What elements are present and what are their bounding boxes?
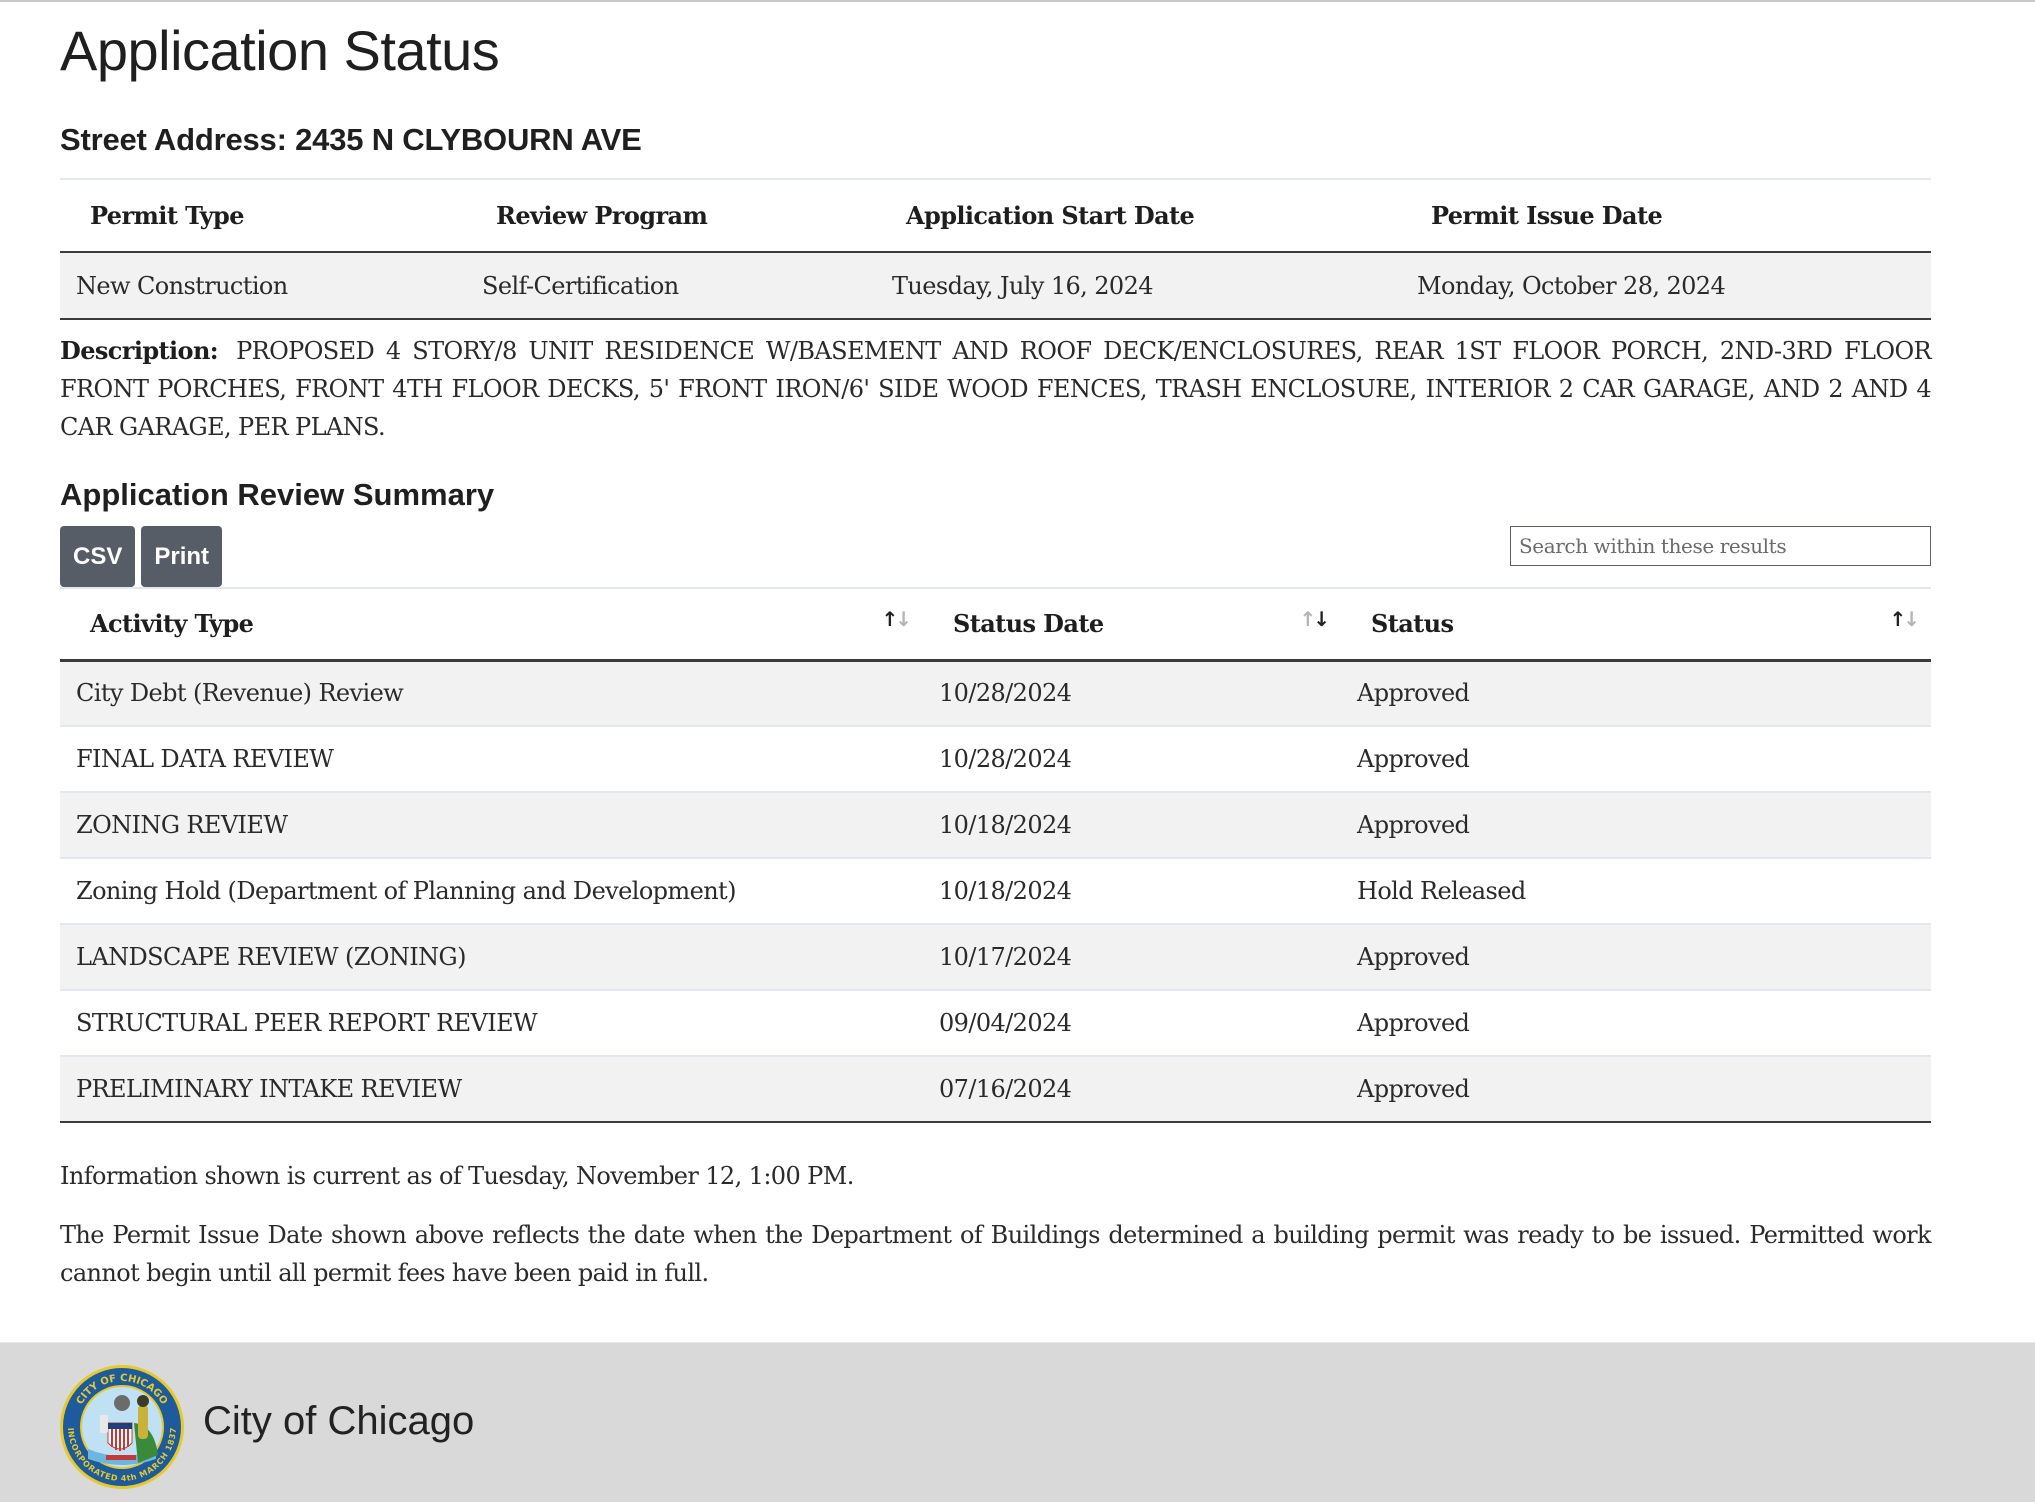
status-cell: Approved [1341, 1056, 1931, 1123]
sort-icon[interactable]: ↑↓ [1889, 607, 1920, 631]
permit-type-value: New Construction [60, 252, 466, 320]
status-date-cell: 10/17/2024 [923, 924, 1341, 991]
permit-row: New Construction Self-Certification Tues… [60, 252, 1931, 320]
table-row: PRELIMINARY INTAKE REVIEW 07/16/2024 App… [60, 1056, 1931, 1123]
table-row: FINAL DATA REVIEW 10/28/2024 Approved [60, 726, 1931, 793]
status-cell: Approved [1341, 726, 1931, 793]
column-label: Activity Type [90, 609, 254, 639]
status-cell: Approved [1341, 792, 1931, 859]
table-row: City Debt (Revenue) Review 10/28/2024 Ap… [60, 660, 1931, 727]
sort-down-arrow-icon: ↓ [895, 607, 912, 631]
footer-site-name[interactable]: City of Chicago [203, 1399, 474, 1444]
table-row: STRUCTURAL PEER REPORT REVIEW 09/04/2024… [60, 990, 1931, 1057]
permit-description: Description: PROPOSED 4 STORY/8 UNIT RESI… [60, 332, 1932, 446]
column-label: Status [1371, 609, 1454, 639]
status-cell: Approved [1341, 924, 1931, 991]
description-text: PROPOSED 4 STORY/8 UNIT RESIDENCE W/BASE… [60, 337, 1932, 441]
address-value: 2435 N CLYBOURN AVE [295, 122, 642, 157]
status-date-cell: 10/18/2024 [923, 858, 1341, 925]
header-permit-issue-date: Permit Issue Date [1401, 179, 1931, 253]
data-currency-note: Information shown is current as of Tuesd… [60, 1162, 854, 1190]
activity-type-cell: ZONING REVIEW [60, 792, 923, 859]
description-label: Description: [60, 336, 219, 365]
status-date-cell: 10/18/2024 [923, 792, 1341, 859]
review-program-value: Self-Certification [466, 252, 876, 320]
sort-icon[interactable]: ↑↓ [1299, 607, 1330, 631]
activity-type-cell: LANDSCAPE REVIEW (ZONING) [60, 924, 923, 991]
table-row: Zoning Hold (Department of Planning and … [60, 858, 1931, 925]
status-date-cell: 10/28/2024 [923, 660, 1341, 727]
table-row: LANDSCAPE REVIEW (ZONING) 10/17/2024 App… [60, 924, 1931, 991]
city-of-chicago-seal-icon: CITY OF CHICAGO INCORPORATED 4th MARCH 1… [60, 1365, 184, 1489]
permit-issue-date-value: Monday, October 28, 2024 [1401, 252, 1931, 320]
header-permit-type: Permit Type [60, 179, 466, 253]
search-results-input[interactable] [1510, 526, 1931, 566]
application-start-date-value: Tuesday, July 16, 2024 [876, 252, 1401, 320]
page-title: Application Status [60, 19, 500, 82]
sort-up-arrow-icon: ↑ [881, 607, 898, 631]
header-review-program: Review Program [466, 179, 876, 253]
sort-down-arrow-icon: ↓ [1903, 607, 1920, 631]
permit-header-row: Permit Type Review Program Application S… [60, 179, 1931, 253]
activity-type-cell: PRELIMINARY INTAKE REVIEW [60, 1056, 923, 1123]
status-date-cell: 07/16/2024 [923, 1056, 1341, 1123]
print-button[interactable]: Print [141, 526, 223, 587]
activity-type-cell: STRUCTURAL PEER REPORT REVIEW [60, 990, 923, 1057]
column-header-activity-type[interactable]: Activity Type ↑↓ [60, 588, 923, 662]
review-table-body: City Debt (Revenue) Review 10/28/2024 Ap… [60, 660, 1931, 1123]
street-address: Street Address: 2435 N CLYBOURN AVE [60, 122, 642, 158]
permit-summary-table: Permit Type Review Program Application S… [60, 178, 1931, 320]
activity-type-cell: City Debt (Revenue) Review [60, 660, 923, 727]
status-cell: Approved [1341, 660, 1931, 727]
status-date-cell: 10/28/2024 [923, 726, 1341, 793]
review-header-row: Activity Type ↑↓ Status Date ↑↓ Status ↑… [60, 588, 1931, 662]
status-cell: Approved [1341, 990, 1931, 1057]
table-row: ZONING REVIEW 10/18/2024 Approved [60, 792, 1931, 859]
review-summary-table: Activity Type ↑↓ Status Date ↑↓ Status ↑… [60, 587, 1931, 1123]
site-footer: CITY OF CHICAGO INCORPORATED 4th MARCH 1… [0, 1342, 2035, 1502]
export-button-group: CSV Print [60, 526, 223, 587]
header-application-start-date: Application Start Date [876, 179, 1401, 253]
permit-issue-disclaimer: The Permit Issue Date shown above reflec… [60, 1221, 1932, 1287]
activity-type-cell: Zoning Hold (Department of Planning and … [60, 858, 923, 925]
activity-type-cell: FINAL DATA REVIEW [60, 726, 923, 793]
sort-down-arrow-icon: ↓ [1313, 607, 1330, 631]
column-header-status[interactable]: Status ↑↓ [1341, 588, 1931, 662]
status-cell: Hold Released [1341, 858, 1931, 925]
sort-up-arrow-icon: ↑ [1889, 607, 1906, 631]
status-date-cell: 09/04/2024 [923, 990, 1341, 1057]
sort-icon[interactable]: ↑↓ [881, 607, 912, 631]
review-summary-title: Application Review Summary [60, 477, 495, 512]
csv-button[interactable]: CSV [60, 526, 136, 587]
column-header-status-date[interactable]: Status Date ↑↓ [923, 588, 1341, 662]
address-label: Street Address: [60, 122, 287, 157]
column-label: Status Date [953, 609, 1104, 639]
sort-up-arrow-icon: ↑ [1299, 607, 1316, 631]
